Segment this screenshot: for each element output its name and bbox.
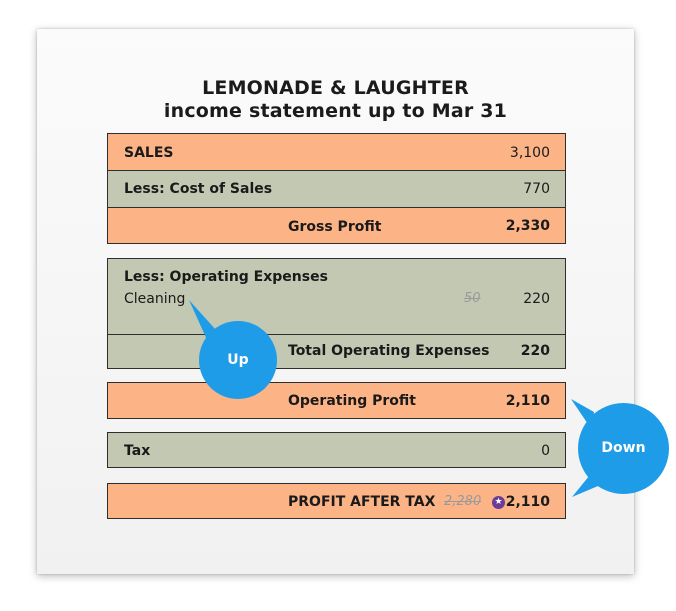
profit-after-tax-label: PROFIT AFTER TAX: [288, 494, 436, 510]
cost-of-sales-value: 770: [523, 181, 550, 197]
cost-of-sales-row: Less: Cost of Sales 770: [108, 170, 565, 208]
up-callout: Up: [199, 321, 277, 399]
operating-profit-row: Operating Profit 2,110: [107, 382, 566, 419]
tax-row: Tax 0: [107, 432, 566, 468]
total-operating-expenses-row: Total Operating Expenses 220: [108, 334, 565, 368]
sales-value: 3,100: [509, 145, 550, 161]
total-operating-expenses-label: Total Operating Expenses: [288, 343, 490, 359]
operating-expenses-heading: Less: Operating Expenses: [124, 269, 328, 285]
statement-subtitle: income statement up to Mar 31: [163, 100, 508, 122]
operating-expenses-row: Less: Operating Expenses Cleaning 50 220: [108, 259, 565, 335]
cleaning-old-value: 50: [464, 291, 481, 306]
gross-profit-row: Gross Profit 2,330: [108, 207, 565, 243]
cost-of-sales-label: Less: Cost of Sales: [124, 181, 273, 197]
profit-after-tax-old-value: 2,280: [444, 494, 482, 509]
down-callout: Down: [578, 403, 669, 494]
sales-block: SALES 3,100 Less: Cost of Sales 770 Gros…: [107, 133, 566, 244]
cleaning-label: Cleaning: [124, 291, 186, 307]
total-operating-expenses-value: 220: [520, 343, 550, 359]
operating-expenses-block: Less: Operating Expenses Cleaning 50 220…: [107, 258, 566, 369]
sales-label: SALES: [124, 145, 174, 161]
profit-after-tax-value: 2,110: [505, 494, 550, 510]
gross-profit-label: Gross Profit: [288, 219, 382, 235]
gross-profit-value: 2,330: [505, 218, 550, 234]
sales-row: SALES 3,100: [108, 134, 565, 171]
tax-value: 0: [541, 443, 550, 459]
operating-profit-label: Operating Profit: [288, 393, 416, 409]
tax-label: Tax: [124, 443, 151, 459]
profit-after-tax-row: PROFIT AFTER TAX 2,280 ★ 2,110: [107, 483, 566, 519]
cleaning-value: 220: [523, 291, 550, 307]
operating-profit-value: 2,110: [505, 393, 550, 409]
star-badge-icon: ★: [492, 496, 505, 509]
company-title: LEMONADE & LAUGHTER: [202, 77, 469, 99]
